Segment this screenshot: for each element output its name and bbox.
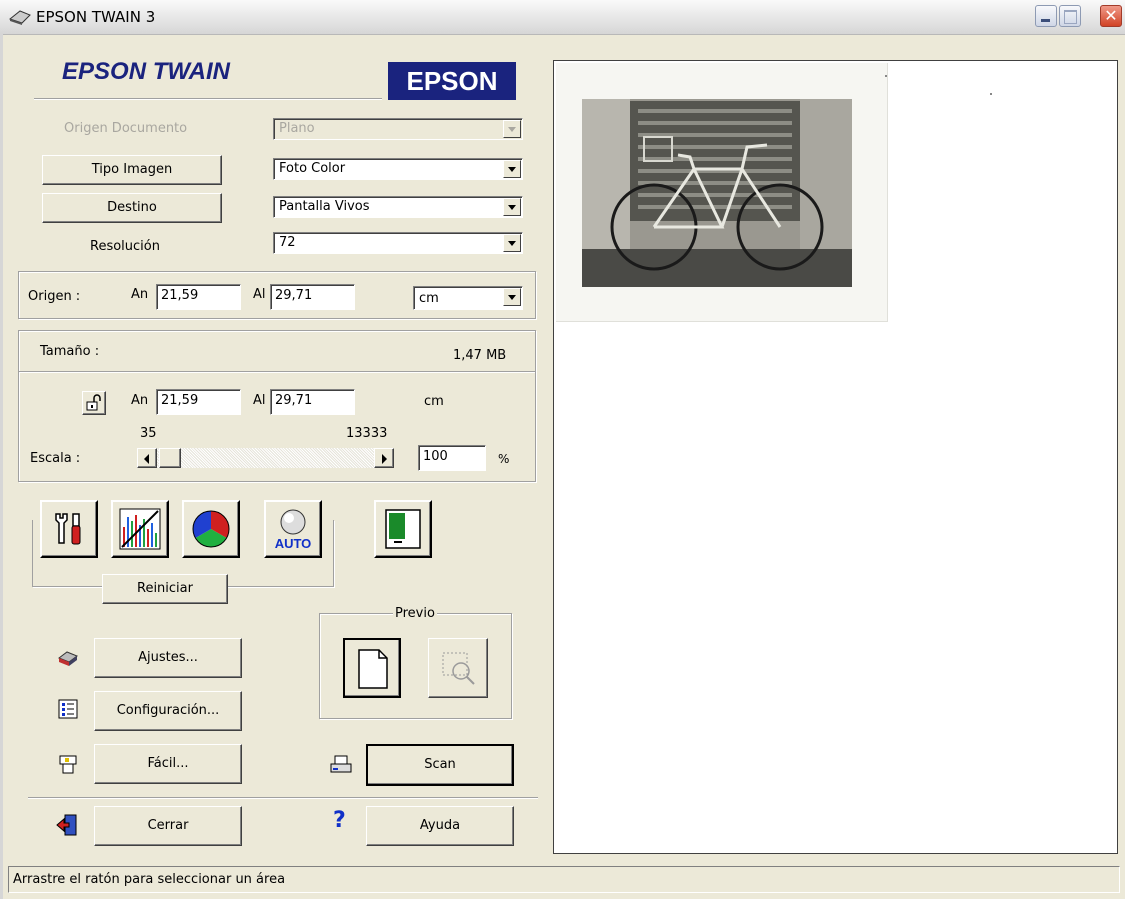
scroll-right-button[interactable] (374, 448, 394, 468)
unsharp-icon (385, 509, 421, 549)
lock-aspect-button[interactable] (82, 391, 106, 415)
resolution-select[interactable]: 72 (273, 232, 523, 254)
unlock-icon (86, 394, 101, 411)
chevron-down-icon[interactable] (503, 198, 521, 216)
preview-canvas[interactable] (553, 60, 1118, 854)
zoom-preview-icon (442, 652, 475, 685)
origin-label: Origen : (28, 289, 81, 304)
resolution-label: Resolución (90, 239, 160, 254)
scale-input[interactable]: 100 (418, 445, 486, 471)
resolution-value: 72 (279, 235, 296, 250)
settings-icon (57, 651, 79, 666)
close-button[interactable]: Cerrar (94, 806, 242, 846)
status-text: Arrastre el ratón para seleccionar un ár… (13, 872, 286, 887)
bicycle-photo (582, 99, 852, 287)
arrow-left-icon (144, 454, 149, 464)
help-icon: ? (333, 808, 346, 833)
bottom-divider (28, 797, 538, 799)
scale-slider-thumb[interactable] (159, 448, 181, 468)
easy-mode-icon (59, 755, 77, 774)
destination-button[interactable]: Destino (42, 193, 222, 223)
title-bar[interactable]: EPSON TWAIN 3 ✕ (0, 0, 1125, 35)
destination-select[interactable]: Pantalla Vivos (273, 196, 523, 218)
scale-slider[interactable] (137, 448, 394, 468)
minimize-icon (1041, 19, 1050, 22)
tools-icon (55, 513, 81, 545)
scroll-left-button[interactable] (137, 448, 157, 468)
scale-unit-label: % (498, 452, 510, 466)
histogram-icon (119, 508, 161, 550)
dust-speck (885, 75, 887, 77)
origin-width-input[interactable]: 21,59 (156, 284, 241, 310)
maximize-button[interactable] (1059, 5, 1081, 27)
size-width-input[interactable]: 21,59 (156, 389, 241, 415)
configuration-icon (58, 699, 78, 719)
chevron-down-icon[interactable] (503, 234, 521, 252)
source-value: Plano (279, 121, 315, 136)
color-adjust-button[interactable] (182, 500, 240, 558)
auto-exposure-icon: AUTO (275, 509, 312, 551)
chevron-down-icon[interactable] (503, 160, 521, 178)
scale-label: Escala : (30, 451, 81, 466)
unsharp-button[interactable] (374, 500, 432, 558)
exit-icon (56, 814, 77, 836)
zoom-preview-button (428, 638, 488, 698)
source-label: Origen Documento (64, 121, 188, 136)
origin-unit-select[interactable]: cm (413, 286, 523, 310)
arrow-right-icon (382, 454, 387, 464)
tools-button[interactable] (40, 500, 98, 558)
configuration-button[interactable]: Configuración... (94, 691, 242, 731)
origin-unit-value: cm (419, 291, 439, 306)
dust-speck (990, 93, 992, 95)
svg-text:AUTO: AUTO (275, 536, 312, 551)
color-wheel-icon (192, 510, 230, 548)
page-icon (358, 649, 388, 689)
product-title: EPSON TWAIN (62, 58, 231, 85)
image-type-select[interactable]: Foto Color (273, 158, 523, 180)
scan-button[interactable]: Scan (366, 744, 514, 786)
file-size-value: 1,47 MB (453, 348, 507, 363)
image-type-button[interactable]: Tipo Imagen (42, 155, 222, 185)
size-label: Tamaño : (40, 344, 100, 359)
scale-max-label: 13333 (346, 426, 388, 441)
settings-button[interactable]: Ajustes... (94, 638, 242, 678)
chevron-down-icon[interactable] (503, 288, 521, 306)
size-height-input[interactable]: 29,71 (270, 389, 355, 415)
close-icon: ✕ (1104, 6, 1118, 25)
window-title: EPSON TWAIN 3 (36, 8, 156, 26)
normal-preview-button[interactable] (343, 638, 401, 698)
destination-value: Pantalla Vivos (279, 199, 370, 214)
origin-height-input[interactable]: 29,71 (270, 284, 355, 310)
scanner-app-icon (8, 10, 31, 25)
image-type-value: Foto Color (279, 161, 346, 176)
chevron-down-icon (503, 120, 521, 138)
size-divider (19, 371, 535, 373)
preview-group-label: Previo (393, 606, 437, 621)
reset-button[interactable]: Reiniciar (102, 574, 228, 604)
origin-width-label: An (131, 287, 149, 302)
close-window-button[interactable]: ✕ (1100, 5, 1122, 27)
histogram-button[interactable] (111, 500, 169, 558)
size-height-label: Al (253, 393, 266, 408)
minimize-button[interactable] (1035, 5, 1057, 27)
status-bar: Arrastre el ratón para seleccionar un ár… (8, 866, 1120, 893)
maximize-icon (1064, 10, 1077, 24)
epson-logo: EPSON (388, 62, 516, 100)
origin-height-label: Al (253, 287, 266, 302)
size-width-label: An (131, 393, 149, 408)
source-select: Plano (273, 118, 523, 140)
easy-button[interactable]: Fácil... (94, 744, 242, 784)
header-divider (34, 98, 382, 100)
help-button[interactable]: Ayuda (366, 806, 514, 846)
scale-min-label: 35 (140, 426, 157, 441)
size-unit-label: cm (424, 394, 444, 409)
auto-exposure-button[interactable]: AUTO (264, 500, 322, 558)
scan-icon (330, 755, 352, 773)
